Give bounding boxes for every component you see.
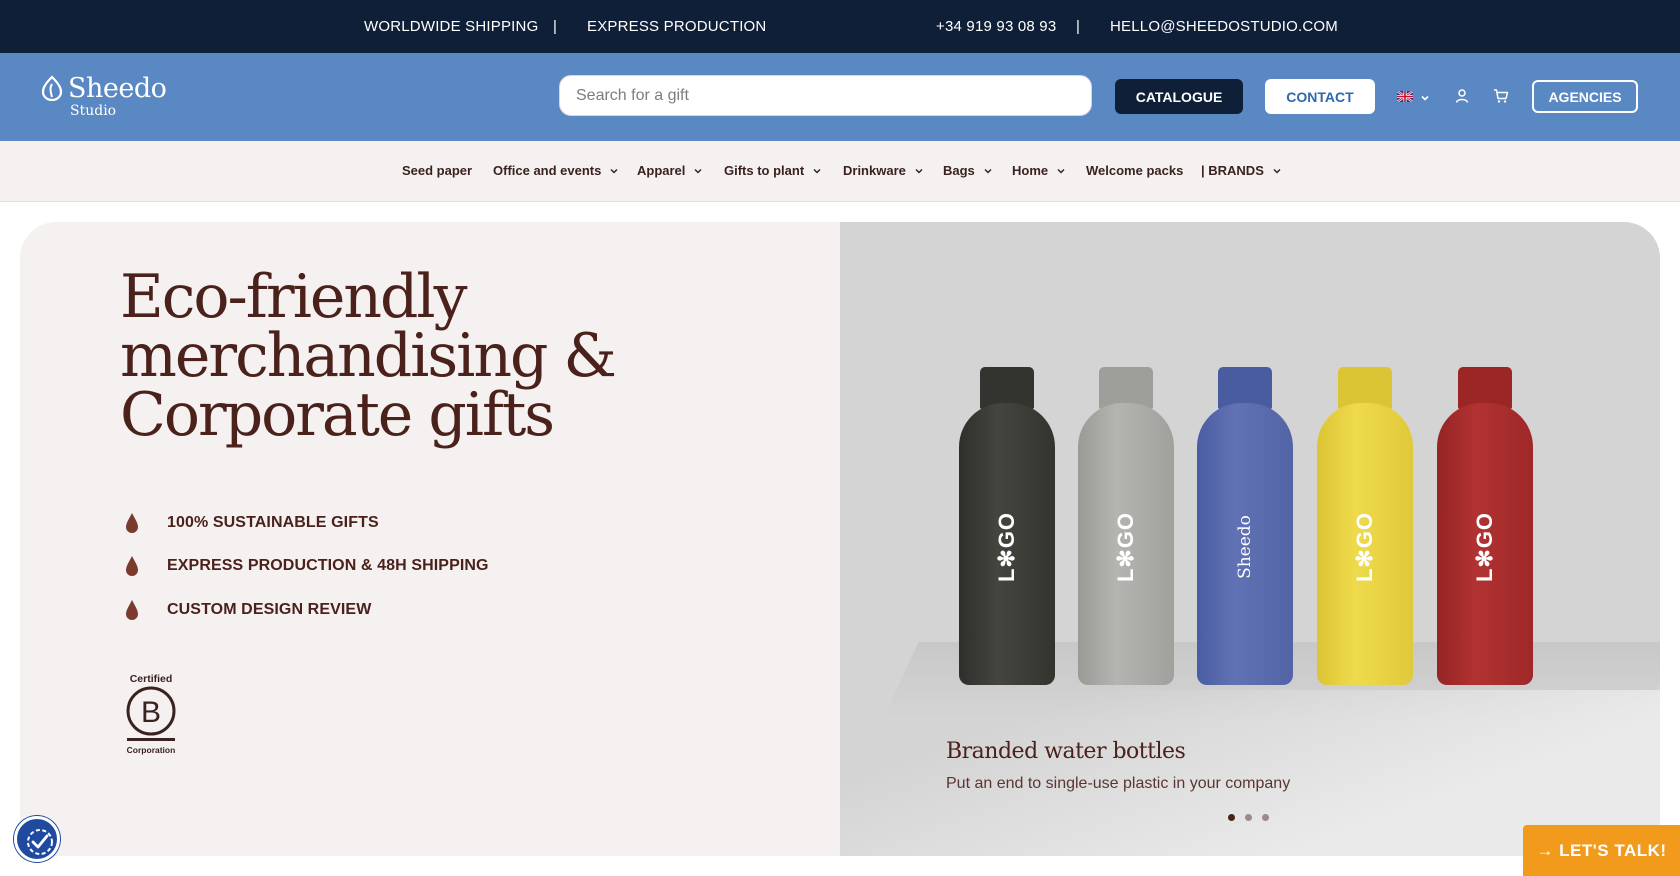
slide-subtitle: Put an end to single-use plastic in your… (946, 775, 1291, 792)
bottle-label: L✻GO (1472, 511, 1497, 583)
accessibility-button[interactable] (14, 816, 60, 862)
b-corp-badge: Certified B Corporation (126, 673, 176, 755)
nav-item-gifts-to-plant[interactable]: Gifts to plant (724, 163, 822, 178)
top-info-bar: WORLDWIDE SHIPPING | EXPRESS PRODUCTION … (0, 0, 1680, 53)
nav-item-apparel[interactable]: Apparel (637, 163, 703, 178)
slider-dots (1228, 814, 1270, 822)
nav-item-label: | BRANDS (1201, 163, 1264, 178)
slider-dot[interactable] (1245, 814, 1252, 821)
bottle-blue: Sheedo (1197, 367, 1293, 685)
chevron-down-icon (610, 168, 618, 174)
feature-item: 100% SUSTAINABLE GIFTS (125, 511, 379, 535)
slider-dot-active[interactable] (1228, 814, 1235, 821)
bottle-label: L✻GO (1113, 511, 1138, 583)
feature-item: EXPRESS PRODUCTION & 48H SHIPPING (125, 554, 489, 578)
main-header: Sheedo Studio CATALOGUE CONTACT AGENCIES (0, 53, 1680, 141)
agencies-button[interactable]: AGENCIES (1532, 80, 1638, 113)
feature-label: 100% SUSTAINABLE GIFTS (167, 514, 379, 531)
bottle-yellow: L✻GO (1317, 367, 1413, 685)
slider-dot[interactable] (1262, 814, 1269, 821)
chevron-down-icon (1057, 168, 1065, 174)
nav-item-label: Home (1012, 163, 1049, 178)
nav-item-label: Drinkware (843, 163, 906, 178)
separator: | (1076, 18, 1081, 35)
svg-text:B: B (141, 696, 161, 729)
nav-item-seed-paper[interactable]: Seed paper (402, 163, 472, 178)
drop-icon (126, 556, 138, 576)
accessibility-icon (27, 829, 53, 855)
user-icon[interactable] (1454, 88, 1470, 104)
separator: | (553, 18, 558, 35)
drop-icon (126, 600, 138, 620)
chevron-down-icon (915, 168, 923, 174)
nav-item-drinkware[interactable]: Drinkware (843, 163, 924, 178)
svg-text:Corporation: Corporation (127, 745, 176, 755)
headline-line: Eco-friendly (120, 262, 468, 332)
bottle-label: L✻GO (1352, 511, 1377, 583)
nav-item-label: Gifts to plant (724, 163, 805, 178)
bottle-black: L✻GO (959, 367, 1055, 685)
phone-link[interactable]: +34 919 93 08 93 (936, 18, 1056, 35)
chevron-down-icon (813, 168, 821, 174)
nav-item-home[interactable]: Home (1012, 163, 1066, 178)
nav-item-brands[interactable]: | BRANDS (1201, 163, 1282, 178)
bottle-label: L✻GO (994, 511, 1019, 583)
category-nav: Seed paper Office and events Apparel Gif… (0, 141, 1680, 202)
feature-item: CUSTOM DESIGN REVIEW (125, 598, 371, 622)
headline-line: Corporate gifts (120, 380, 555, 450)
nav-item-office-and-events[interactable]: Office and events (493, 163, 619, 178)
hero-headline: Eco-friendly merchandising & Corporate g… (120, 262, 640, 450)
email-link[interactable]: HELLO@SHEEDOSTUDIO.COM (1110, 18, 1338, 35)
lets-talk-button[interactable]: → LET'S TALK! (1523, 825, 1680, 876)
nav-item-label: Seed paper (402, 163, 473, 178)
feature-label: EXPRESS PRODUCTION & 48H SHIPPING (167, 557, 489, 574)
slide-title: Branded water bottles (946, 739, 1186, 764)
feature-label: CUSTOM DESIGN REVIEW (167, 601, 372, 618)
chevron-down-icon (694, 168, 702, 174)
contact-button[interactable]: CONTACT (1265, 79, 1375, 114)
bottle-red: L✻GO (1437, 367, 1533, 685)
bottle-label: Sheedo (1235, 515, 1255, 579)
nav-item-label: Bags (943, 163, 975, 178)
shipping-text: WORLDWIDE SHIPPING (364, 18, 539, 35)
chevron-down-icon (984, 168, 992, 174)
search-box[interactable] (559, 75, 1092, 116)
chevron-down-icon (1273, 168, 1281, 174)
uk-flag-icon (1397, 91, 1413, 102)
drop-icon (126, 513, 138, 533)
nav-item-welcome-packs[interactable]: Welcome packs (1086, 163, 1183, 178)
catalogue-button[interactable]: CATALOGUE (1115, 79, 1243, 114)
language-selector[interactable] (1397, 89, 1433, 105)
logo-name: Sheedo (68, 73, 167, 104)
headline-line: merchandising & (120, 321, 617, 391)
nav-item-bags[interactable]: Bags (943, 163, 993, 178)
nav-item-label: Office and events (493, 163, 602, 178)
cart-icon[interactable] (1493, 88, 1509, 104)
leaf-icon (41, 75, 63, 101)
logo-sub: Studio (70, 103, 117, 119)
nav-item-label: Apparel (637, 163, 686, 178)
nav-item-label: Welcome packs (1086, 163, 1184, 178)
bottle-grey: L✻GO (1078, 367, 1174, 685)
chevron-down-icon (1421, 95, 1429, 101)
search-input[interactable] (560, 76, 1091, 115)
svg-text:Certified: Certified (130, 673, 173, 685)
express-text: EXPRESS PRODUCTION (587, 18, 767, 35)
